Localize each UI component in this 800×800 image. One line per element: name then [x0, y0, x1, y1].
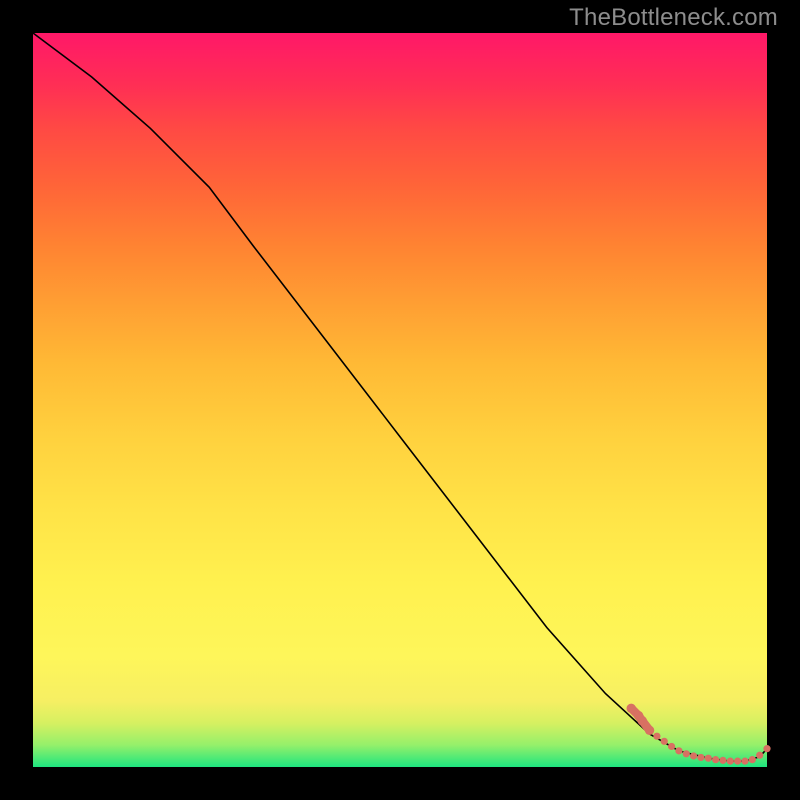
marker-dot	[690, 752, 697, 759]
marker-dot	[638, 716, 647, 725]
marker-dot	[683, 750, 690, 757]
marker-dot	[756, 752, 763, 759]
plot-area	[33, 33, 767, 767]
chart-root: { "attribution": "TheBottleneck.com", "c…	[0, 0, 800, 800]
marker-dot	[675, 747, 682, 754]
marker-dot	[712, 756, 719, 763]
marker-dot	[645, 726, 654, 735]
attribution-text: TheBottleneck.com	[569, 4, 778, 32]
marker-dot	[653, 733, 660, 740]
marker-dot	[734, 758, 741, 765]
marker-dot	[668, 743, 675, 750]
marker-dot	[763, 745, 770, 752]
marker-dot	[697, 754, 704, 761]
marker-dot	[661, 738, 668, 745]
marker-dot	[705, 755, 712, 762]
marker-dot	[741, 758, 748, 765]
marker-dot	[719, 757, 726, 764]
bottleneck-curve	[33, 33, 767, 761]
marker-group	[627, 704, 771, 765]
marker-dot	[627, 704, 636, 713]
chart-svg	[33, 33, 767, 767]
marker-dot	[727, 758, 734, 765]
marker-dot	[749, 756, 756, 763]
